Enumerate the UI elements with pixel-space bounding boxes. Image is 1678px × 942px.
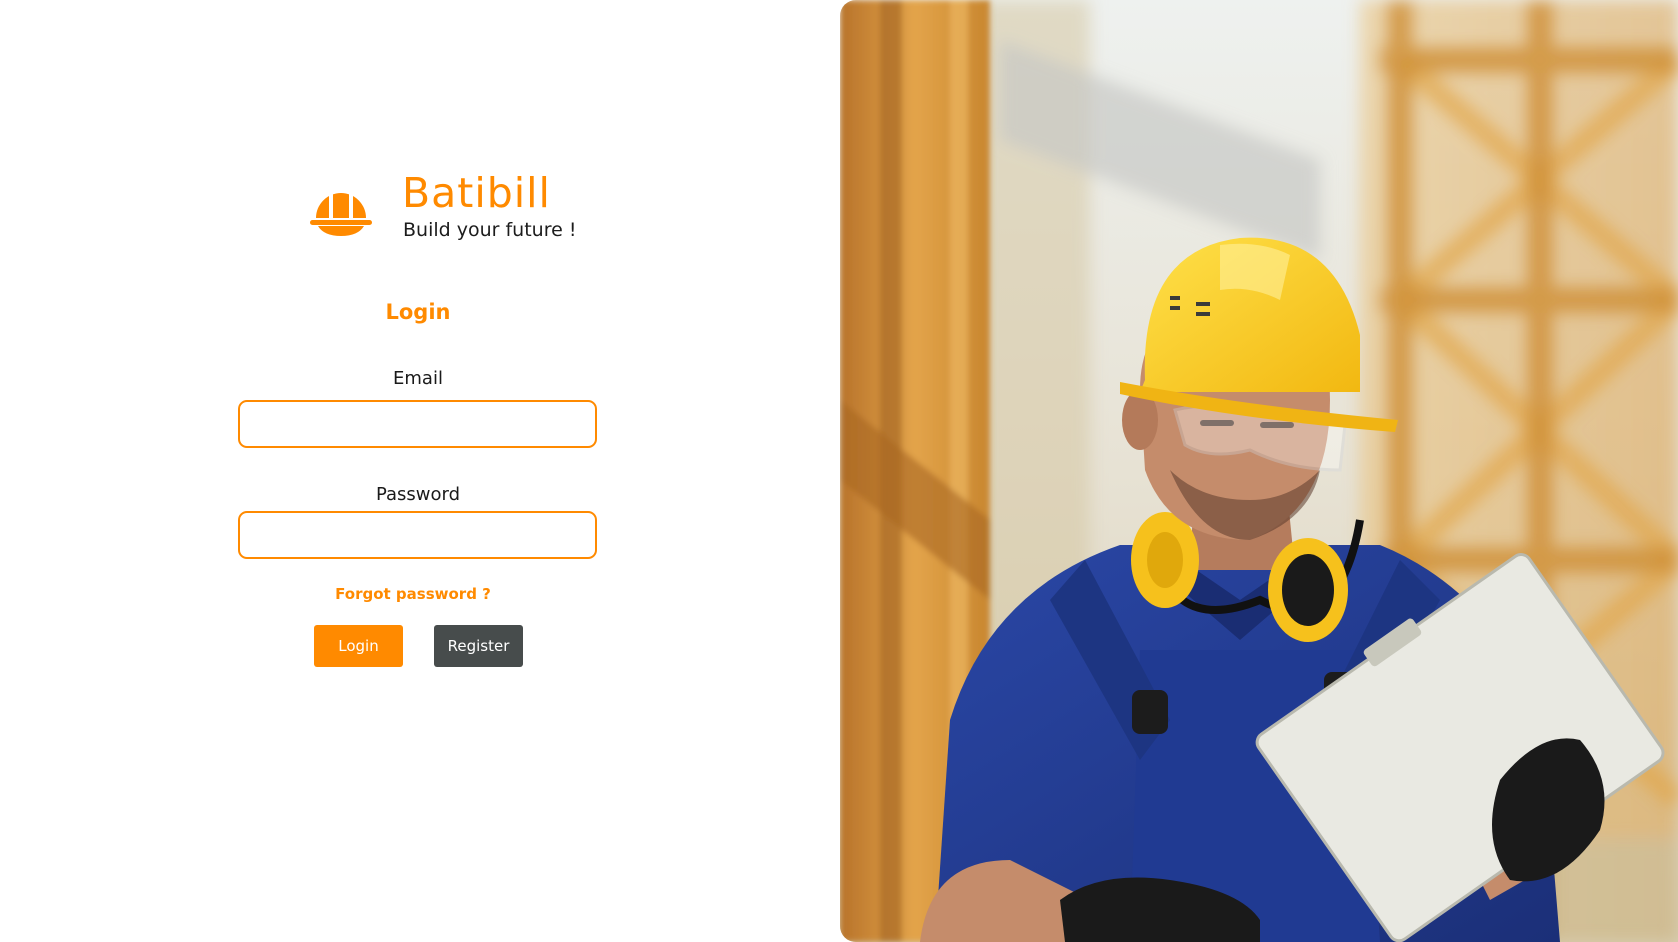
register-button[interactable]: Register [434, 625, 523, 667]
password-field[interactable] [238, 511, 597, 559]
login-panel: Batibill Build your future ! Login Email… [0, 0, 840, 942]
login-title: Login [385, 300, 451, 324]
email-label: Email [393, 368, 443, 389]
hard-hat-icon [310, 180, 372, 236]
construction-worker-photo [840, 0, 1678, 942]
password-label: Password [375, 484, 461, 505]
brand-tagline: Build your future ! [403, 219, 577, 241]
login-button[interactable]: Login [314, 625, 403, 667]
brand-logo: Batibill Build your future ! [310, 168, 610, 248]
email-field[interactable] [238, 400, 597, 448]
brand-name: Batibill [402, 169, 551, 217]
login-page: Batibill Build your future ! Login Email… [0, 0, 1678, 942]
forgot-password-link[interactable]: Forgot password ? [0, 585, 826, 603]
